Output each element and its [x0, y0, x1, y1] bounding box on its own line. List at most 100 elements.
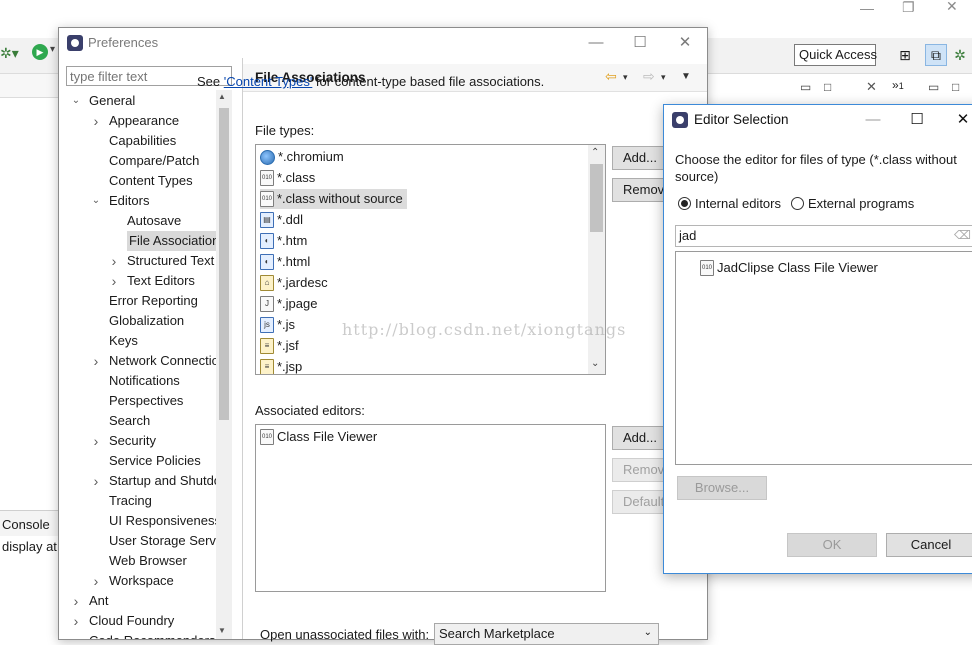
- editor-list-item[interactable]: 010 JadClipse Class File Viewer: [700, 258, 878, 278]
- tree-item[interactable]: › Workspace: [66, 571, 216, 591]
- tree-item[interactable]: UI Responsiveness: [66, 511, 221, 531]
- forward-dropdown-icon[interactable]: ▾: [661, 72, 666, 83]
- tree-item[interactable]: Autosave: [66, 211, 216, 231]
- tree-scroll-up-icon[interactable]: ▲: [218, 92, 226, 101]
- chevron-down-icon[interactable]: ⌄: [90, 191, 102, 211]
- tree-item[interactable]: Keys: [66, 331, 216, 351]
- cancel-button[interactable]: Cancel: [886, 533, 972, 557]
- minimize-icon[interactable]: —: [587, 34, 605, 52]
- editor-list[interactable]: 010 JadClipse Class File Viewer: [675, 251, 972, 465]
- associated-editor-item[interactable]: 010 Class File Viewer: [260, 427, 377, 447]
- file-types-list[interactable]: *.chromium 010 *.class 010 *.class without s…: [255, 144, 606, 375]
- associated-editors-list[interactable]: 010 Class File Viewer: [255, 424, 606, 592]
- chevron-right-icon[interactable]: ›: [70, 631, 82, 639]
- chevron-right-icon[interactable]: ›: [108, 271, 120, 291]
- open-unassociated-select[interactable]: Search Marketplace ⌄: [434, 623, 659, 645]
- clear-search-icon[interactable]: ⌫: [954, 228, 971, 242]
- tree-item[interactable]: › Security: [66, 431, 216, 451]
- preferences-titlebar[interactable]: Preferences — ☐ ✕: [59, 28, 707, 58]
- file-type-item[interactable]: ◐ *.html: [260, 252, 310, 272]
- console-tab[interactable]: Console: [0, 510, 58, 536]
- file-type-item[interactable]: ≡ *.jsp: [260, 357, 302, 374]
- tree-scroll-down-icon[interactable]: ▼: [218, 626, 226, 635]
- tree-item[interactable]: › Text Editors: [66, 271, 216, 291]
- editor-search-input[interactable]: jad ⌫: [675, 225, 972, 247]
- file-type-item[interactable]: ▤ *.ddl: [260, 210, 303, 230]
- ok-button[interactable]: OK: [787, 533, 877, 557]
- chevron-right-icon[interactable]: ›: [90, 571, 102, 591]
- chevron-right-icon[interactable]: ›: [70, 611, 82, 631]
- file-type-item[interactable]: 010 *.class without source: [260, 189, 407, 209]
- editor-selection-titlebar[interactable]: Editor Selection — ☐ ✕: [664, 105, 972, 135]
- file-type-item[interactable]: 010 *.class: [260, 168, 315, 188]
- chevron-right-icon[interactable]: ›: [90, 431, 102, 451]
- file-types-scroll-thumb[interactable]: [590, 164, 603, 232]
- tree-item[interactable]: ⌄ Editors: [66, 191, 216, 211]
- forward-icon[interactable]: ⇨: [643, 68, 655, 85]
- view-minimize-icon[interactable]: ▭: [800, 80, 811, 94]
- tree-scroll-thumb[interactable]: [219, 108, 229, 420]
- view-maximize-icon[interactable]: □: [824, 80, 831, 94]
- view2-minimize-icon[interactable]: ▭: [928, 80, 939, 94]
- tree-item[interactable]: Globalization: [66, 311, 216, 331]
- tree-item[interactable]: ⌄ General: [66, 91, 216, 111]
- chevron-right-icon[interactable]: ›: [70, 591, 82, 611]
- internal-editors-radio[interactable]: Internal editors: [678, 196, 781, 211]
- tree-item[interactable]: Content Types: [66, 171, 216, 191]
- tree-item[interactable]: Perspectives: [66, 391, 216, 411]
- close-icon[interactable]: ✕: [676, 34, 694, 52]
- open-perspective-icon[interactable]: ⊞: [894, 44, 916, 66]
- tree-item[interactable]: › Startup and Shutdown: [66, 471, 232, 491]
- file-type-item[interactable]: J *.jpage: [260, 294, 317, 314]
- preferences-tree[interactable]: ⌄ General › Appearance Capabilities Compare/P…: [66, 90, 232, 639]
- tree-item[interactable]: › Structured Text: [66, 251, 216, 271]
- run-dropdown-icon[interactable]: ▾: [50, 44, 55, 55]
- external-programs-radio[interactable]: External programs: [791, 196, 914, 211]
- chevron-down-icon[interactable]: ⌄: [70, 91, 82, 111]
- tree-item[interactable]: › Cloud Foundry: [66, 611, 216, 631]
- dialog-minimize-icon[interactable]: —: [864, 111, 882, 129]
- tree-item[interactable]: Compare/Patch: [66, 151, 216, 171]
- tree-item[interactable]: › Network Connections: [66, 351, 232, 371]
- debug-perspective-icon[interactable]: ✲: [949, 44, 971, 66]
- window-restore-icon[interactable]: ❐: [902, 0, 915, 16]
- window-close-icon[interactable]: ✕: [946, 0, 958, 15]
- quick-access-field[interactable]: Quick Access: [794, 44, 877, 66]
- page-menu-icon[interactable]: ▼: [681, 71, 691, 82]
- tree-item[interactable]: User Storage Service: [66, 531, 232, 551]
- tree-item[interactable]: Search: [66, 411, 216, 431]
- java-perspective-icon[interactable]: ⧉: [925, 44, 947, 66]
- chevron-right-icon[interactable]: ›: [90, 111, 102, 131]
- run-icon[interactable]: ▶: [32, 44, 48, 60]
- chevron-right-icon[interactable]: ›: [108, 251, 120, 271]
- browse-button[interactable]: Browse...: [677, 476, 767, 500]
- tree-item[interactable]: Service Policies: [66, 451, 216, 471]
- file-type-item[interactable]: ⌂ *.jardesc: [260, 273, 328, 293]
- dialog-maximize-icon[interactable]: ☐: [908, 111, 926, 129]
- view2-maximize-icon[interactable]: □: [952, 80, 959, 94]
- file-type-item[interactable]: ≡ *.jsf: [260, 336, 299, 356]
- file-type-item[interactable]: ◐ *.htm: [260, 231, 307, 251]
- maximize-icon[interactable]: ☐: [631, 34, 649, 52]
- tree-item[interactable]: › Ant: [66, 591, 216, 611]
- file-type-item[interactable]: js *.js: [260, 315, 295, 335]
- dialog-close-icon[interactable]: ✕: [954, 111, 972, 129]
- file-types-scroll-down-icon[interactable]: ⌄: [591, 358, 599, 369]
- window-minimize-icon[interactable]: —: [860, 0, 874, 16]
- chevron-right-icon[interactable]: ›: [90, 471, 102, 491]
- tree-item[interactable]: Capabilities: [66, 131, 216, 151]
- file-types-scroll-up-icon[interactable]: ⌃: [591, 147, 599, 158]
- debug-icon[interactable]: ✲▾: [0, 45, 19, 62]
- tree-item[interactable]: Notifications: [66, 371, 216, 391]
- tree-item[interactable]: Web Browser: [66, 551, 216, 571]
- tree-item[interactable]: Tracing: [66, 491, 216, 511]
- tree-item[interactable]: Error Reporting: [66, 291, 216, 311]
- chevron-right-icon[interactable]: ›: [90, 351, 102, 371]
- content-types-link[interactable]: 'Content Types': [224, 74, 313, 89]
- view-close-icon[interactable]: ✕: [866, 79, 877, 95]
- tree-item[interactable]: File Associations: [66, 231, 228, 251]
- back-dropdown-icon[interactable]: ▾: [623, 72, 628, 83]
- view-menu-icon[interactable]: »1: [892, 78, 904, 92]
- tree-item[interactable]: › Appearance: [66, 111, 216, 131]
- tree-sash[interactable]: [242, 58, 243, 639]
